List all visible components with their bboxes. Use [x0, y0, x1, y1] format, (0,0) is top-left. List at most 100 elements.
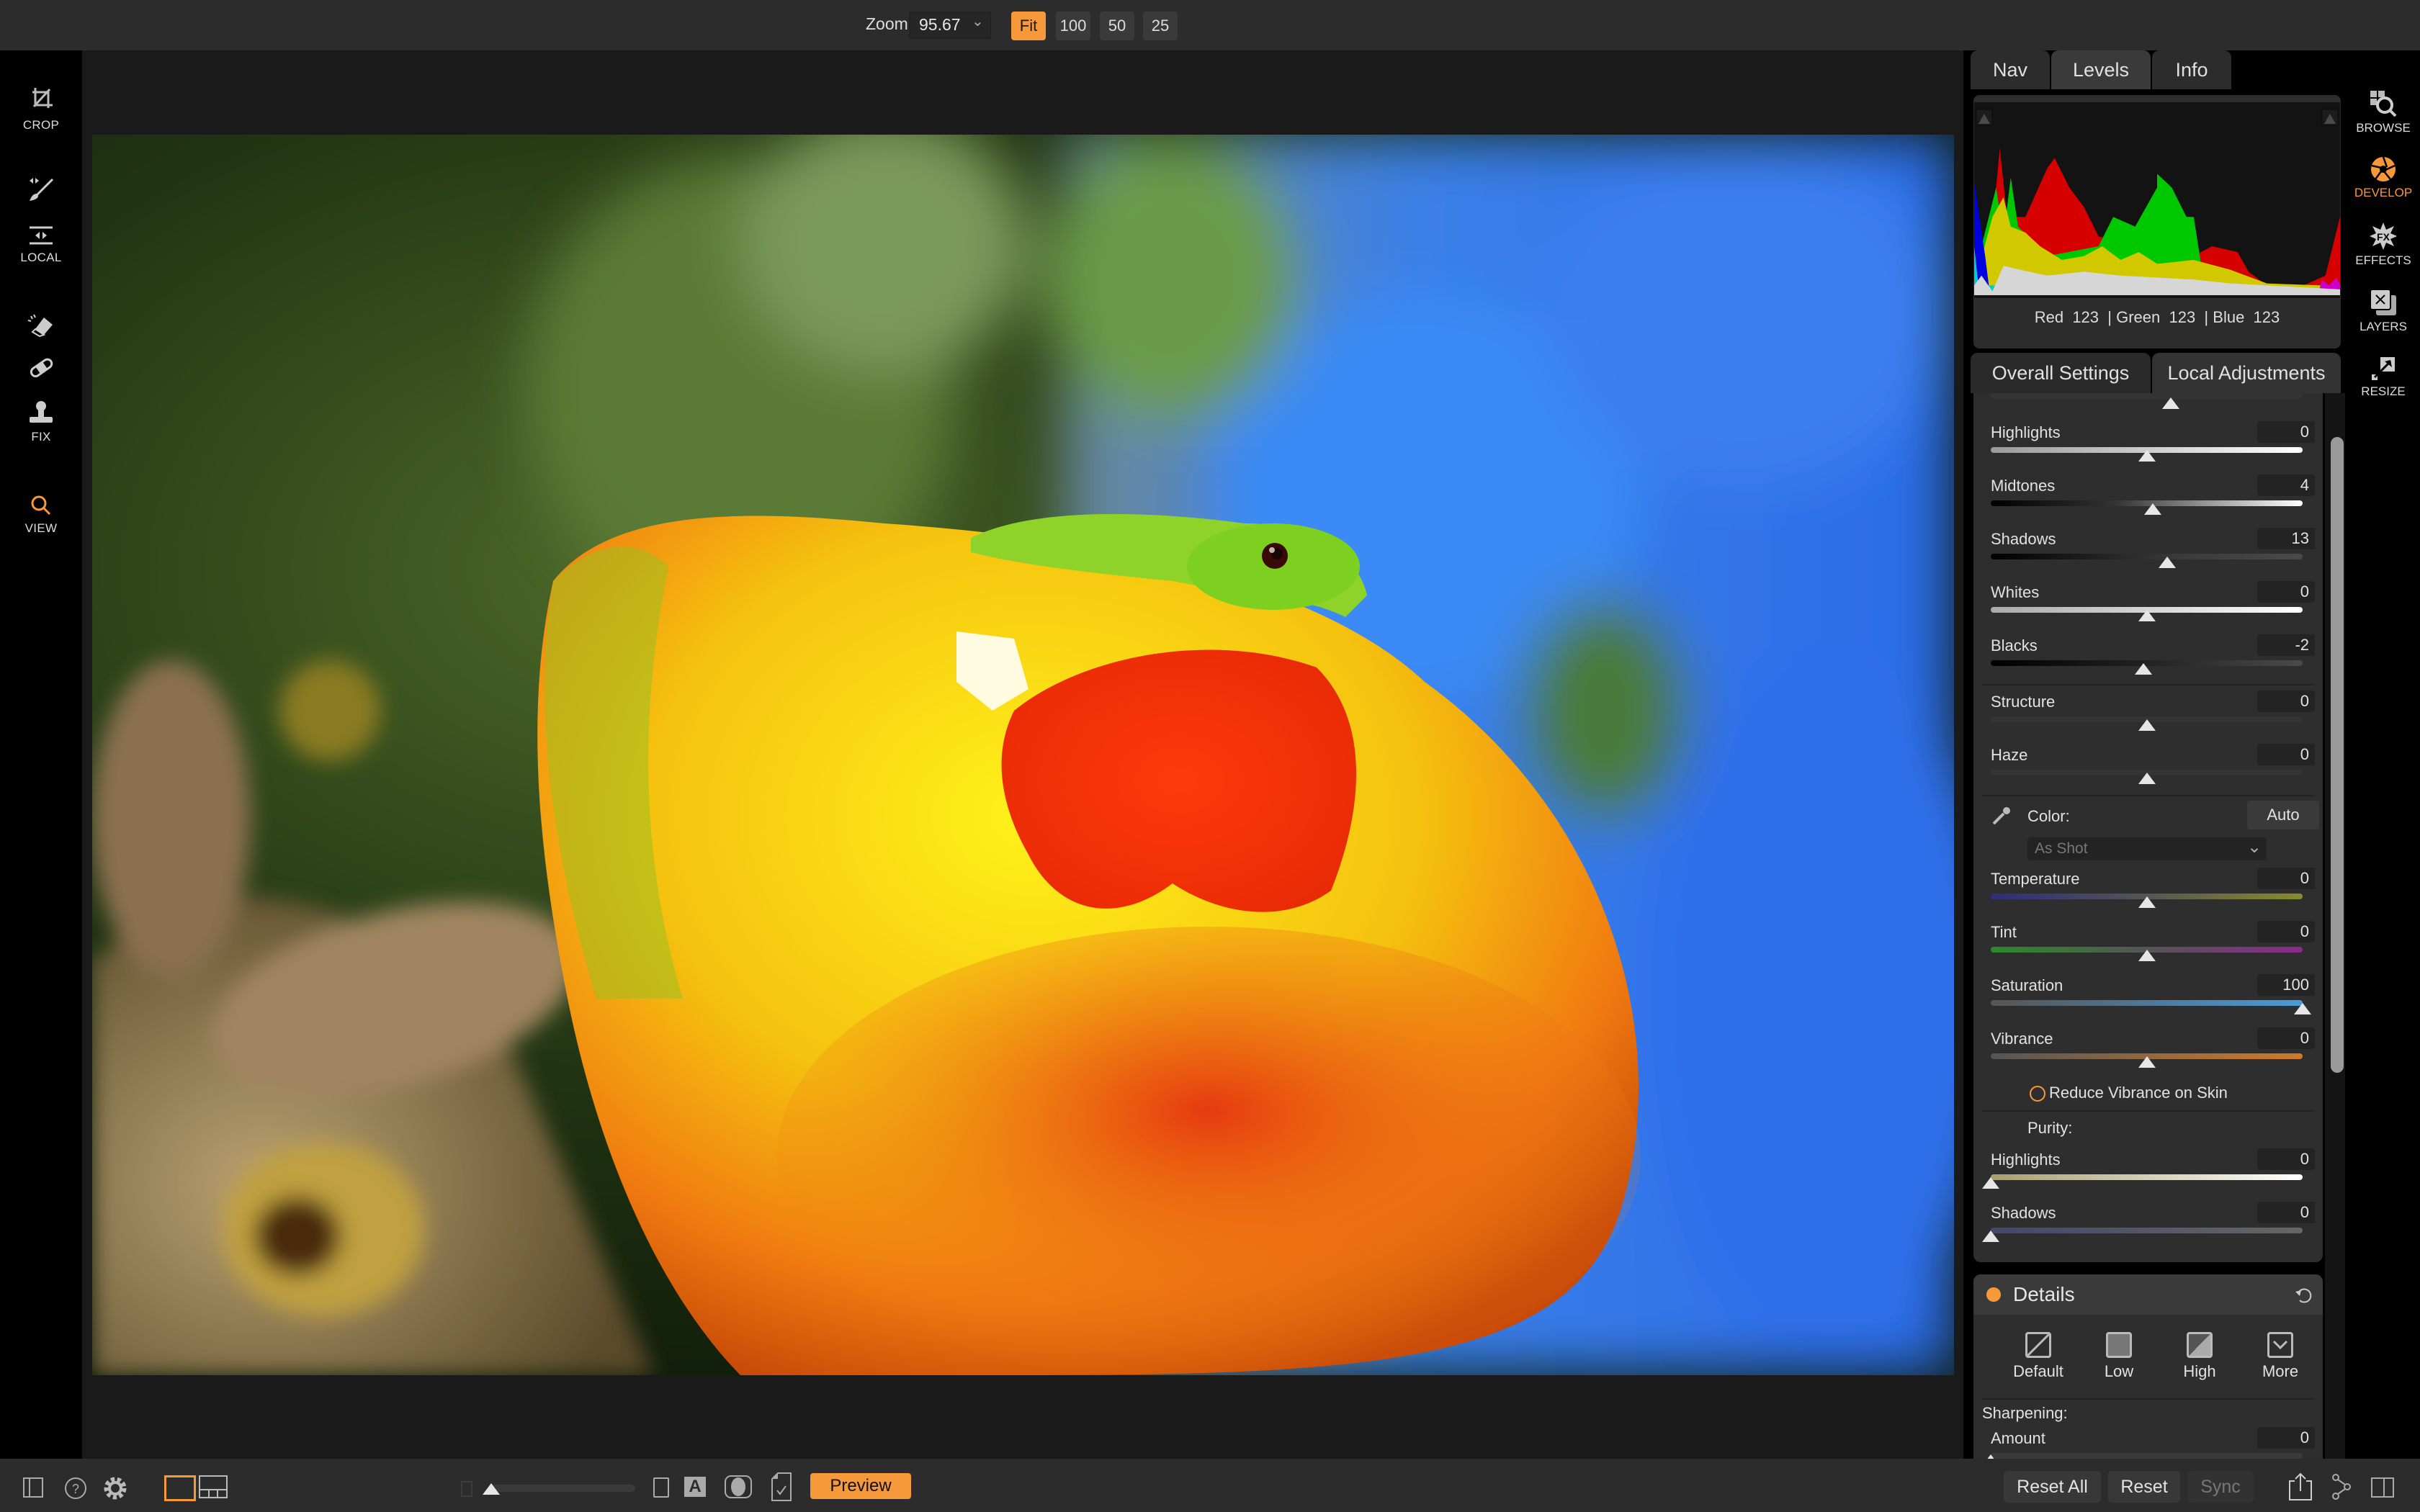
- layers-icon: [2370, 289, 2396, 315]
- reduce-vibrance-radio[interactable]: [2030, 1086, 2045, 1102]
- tool-local[interactable]: LOCAL: [0, 225, 82, 265]
- single-view-button[interactable]: [164, 1475, 196, 1501]
- highlights-value[interactable]: 0: [2257, 1148, 2315, 1170]
- mode-resize[interactable]: RESIZE: [2347, 356, 2420, 399]
- tool-label: VIEW: [24, 521, 58, 535]
- zoom-25-button[interactable]: 25: [1143, 12, 1178, 40]
- whites-value[interactable]: 0: [2257, 581, 2315, 603]
- preview-button[interactable]: Preview: [810, 1473, 911, 1499]
- mode-develop[interactable]: DEVELOP: [2347, 156, 2420, 200]
- tint-slider-thumb[interactable]: [2138, 950, 2156, 961]
- vibrance-value[interactable]: 0: [2257, 1027, 2315, 1049]
- filmstrip-view-icon[interactable]: [199, 1475, 229, 1500]
- tab-local-adjustments[interactable]: Local Adjustments: [2152, 353, 2341, 393]
- tint-value[interactable]: 0: [2257, 921, 2315, 942]
- shadows-slider-thumb[interactable]: [2158, 557, 2176, 568]
- mode-browse[interactable]: BROWSE: [2347, 89, 2420, 135]
- midtones-value[interactable]: 4: [2257, 474, 2315, 496]
- tool-brush[interactable]: [0, 176, 82, 202]
- more-chevron-icon: [2267, 1332, 2293, 1358]
- shadows-slider-track[interactable]: [1991, 1228, 2303, 1233]
- details-enabled-dot[interactable]: [1986, 1287, 2001, 1302]
- zoom-fit-button[interactable]: Fit: [1011, 12, 1046, 40]
- tool-view[interactable]: VIEW: [0, 494, 82, 536]
- details-header[interactable]: Details: [1973, 1274, 2323, 1315]
- tool-crop[interactable]: CROP: [0, 85, 82, 132]
- sync-button[interactable]: Sync: [2187, 1471, 2254, 1503]
- mask-view-icon[interactable]: [724, 1475, 753, 1499]
- chevron-down-icon[interactable]: ⌄: [972, 12, 984, 30]
- shadows-slider-thumb[interactable]: [1982, 1230, 1999, 1242]
- shadows-slider-track[interactable]: [1991, 554, 2303, 559]
- thumbnail-size-thumb[interactable]: [483, 1483, 500, 1495]
- blacks-slider-thumb[interactable]: [2135, 663, 2153, 675]
- preset-more[interactable]: More: [2248, 1332, 2313, 1381]
- structure-value[interactable]: 0: [2257, 690, 2315, 712]
- exposure-slider-thumb[interactable]: [2162, 397, 2180, 409]
- blacks-value[interactable]: -2: [2257, 634, 2315, 656]
- chevron-down-icon[interactable]: ⌄: [2247, 837, 2262, 858]
- tool-eraser[interactable]: [0, 313, 82, 338]
- whites-slider-thumb[interactable]: [2138, 610, 2156, 621]
- temperature-value[interactable]: 0: [2257, 868, 2315, 889]
- saturation-slider-thumb[interactable]: [2294, 1003, 2311, 1014]
- highlights-value[interactable]: 0: [2257, 421, 2315, 443]
- reset-section-icon[interactable]: [2294, 1286, 2313, 1305]
- tab-levels[interactable]: Levels: [2051, 50, 2151, 89]
- help-icon[interactable]: ?: [63, 1476, 88, 1500]
- temperature-slider-thumb[interactable]: [2138, 896, 2156, 908]
- zoom-value[interactable]: 95.67: [919, 15, 961, 35]
- midtones-slider-thumb[interactable]: [2144, 503, 2162, 515]
- exposure-slider-track[interactable]: [1991, 393, 2303, 399]
- toggle-left-panel-icon[interactable]: [23, 1477, 45, 1498]
- tool-fix[interactable]: FIX: [0, 400, 82, 444]
- preset-high[interactable]: High: [2167, 1332, 2232, 1381]
- frame-view-icon[interactable]: [653, 1477, 669, 1498]
- scrollbar-thumb[interactable]: [2331, 437, 2344, 1073]
- thumbnail-size-slider[interactable]: [491, 1485, 635, 1492]
- amount-value[interactable]: 0: [2257, 1427, 2315, 1449]
- toggle-right-panel-icon[interactable]: [2371, 1477, 2394, 1498]
- brush-icon: [30, 178, 54, 201]
- preset-low[interactable]: Low: [2087, 1332, 2151, 1381]
- tab-info[interactable]: Info: [2152, 50, 2231, 89]
- auto-white-balance-button[interactable]: Auto: [2247, 801, 2319, 829]
- amount-slider-track[interactable]: [1991, 1453, 2303, 1459]
- structure-slider-thumb[interactable]: [2138, 719, 2156, 731]
- workflow-icon[interactable]: [2330, 1474, 2353, 1500]
- zoom-100-button[interactable]: 100: [1056, 12, 1090, 40]
- shadows-value[interactable]: 13: [2257, 528, 2315, 549]
- mode-layers[interactable]: LAYERS: [2347, 288, 2420, 334]
- saturation-label: Saturation: [1991, 976, 2063, 994]
- highlights-slider-thumb[interactable]: [2138, 450, 2156, 462]
- reset-all-button[interactable]: Reset All: [2004, 1471, 2101, 1503]
- saturation-value[interactable]: 100: [2257, 974, 2315, 996]
- shadows-label: Shadows: [1991, 530, 2056, 548]
- text-overlay-icon[interactable]: A: [684, 1477, 706, 1497]
- mode-effects[interactable]: FX EFFECTS: [2347, 222, 2420, 268]
- zoom-50-button[interactable]: 50: [1100, 12, 1134, 40]
- reset-button[interactable]: Reset: [2108, 1471, 2180, 1503]
- shadows-value[interactable]: 0: [2257, 1202, 2315, 1223]
- saturation-slider-track[interactable]: [1991, 1000, 2303, 1006]
- eraser-icon: [27, 314, 53, 338]
- tool-heal[interactable]: [0, 355, 82, 379]
- haze-value[interactable]: 0: [2257, 744, 2315, 765]
- photo-gecko-on-papaya[interactable]: [92, 135, 1954, 1375]
- crop-icon: [32, 88, 53, 108]
- tab-overall-settings[interactable]: Overall Settings: [1971, 353, 2151, 393]
- green-value: 123: [2169, 308, 2196, 326]
- highlights-slider-thumb[interactable]: [1982, 1177, 1999, 1189]
- preset-default[interactable]: Default: [2006, 1332, 2071, 1381]
- default-preset-icon: [2025, 1332, 2051, 1358]
- shadows-label: Shadows: [1991, 1204, 2056, 1222]
- eyedropper-icon[interactable]: [1991, 805, 2012, 827]
- tool-label: CROP: [22, 118, 60, 132]
- export-check-icon[interactable]: [771, 1472, 792, 1502]
- share-export-icon[interactable]: [2287, 1472, 2313, 1501]
- vibrance-slider-thumb[interactable]: [2138, 1056, 2156, 1068]
- tab-nav[interactable]: Nav: [1971, 50, 2050, 89]
- haze-slider-thumb[interactable]: [2138, 773, 2156, 784]
- highlights-slider-track[interactable]: [1991, 1174, 2303, 1180]
- gear-icon[interactable]: [101, 1474, 130, 1503]
